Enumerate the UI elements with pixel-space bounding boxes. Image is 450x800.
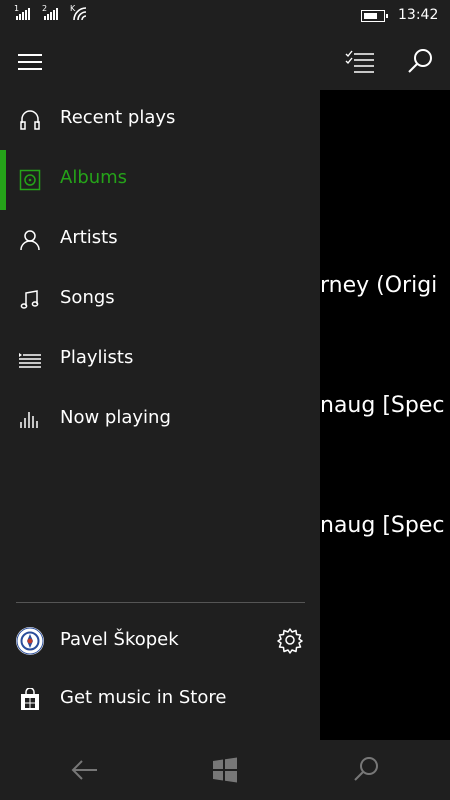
album-title[interactable]: rney (Origi [320, 273, 437, 298]
selection-indicator [0, 150, 6, 210]
person-icon [20, 230, 40, 251]
nav-item-playlists[interactable]: Playlists [0, 330, 320, 390]
account-name[interactable]: Pavel Škopek [60, 629, 179, 650]
album-title[interactable]: naug [Spec [320, 513, 444, 538]
nav-item-label: Playlists [60, 347, 134, 368]
nav-item-label: Songs [60, 287, 115, 308]
nav-item-recent-plays[interactable]: Recent plays [0, 90, 320, 150]
app-bar [0, 32, 450, 90]
nav-item-label: Get music in Store [60, 687, 227, 708]
system-navigation-bar [0, 740, 450, 800]
playlist-icon [19, 353, 41, 368]
nav-item-songs[interactable]: Songs [0, 270, 320, 330]
multi-select-icon[interactable] [344, 50, 376, 74]
equalizer-icon [20, 412, 38, 428]
nav-item-albums[interactable]: Albums [0, 150, 320, 210]
nav-item-label: Artists [60, 227, 118, 248]
nav-item-label: Now playing [60, 407, 171, 428]
nav-item-now-playing[interactable]: Now playing [0, 390, 320, 450]
clock: 13:42 [398, 7, 439, 23]
battery-icon [361, 10, 388, 22]
avatar[interactable] [16, 627, 44, 655]
nav-item-artists[interactable]: Artists [0, 210, 320, 270]
nav-item-label: Albums [60, 167, 128, 188]
windows-logo-icon[interactable] [209, 754, 241, 786]
status-bar: 1 2 K 13:42 [0, 0, 450, 32]
hamburger-icon[interactable] [16, 52, 44, 72]
search-icon[interactable] [404, 46, 436, 78]
album-icon [19, 169, 41, 191]
gear-icon[interactable] [276, 626, 304, 654]
back-arrow-icon[interactable] [69, 754, 101, 786]
navigation-pane: Recent plays Albums Artists Songs Playli… [0, 90, 320, 740]
music-note-icon [20, 290, 39, 309]
store-icon [21, 688, 39, 710]
nav-item-label: Recent plays [60, 107, 176, 128]
divider [16, 602, 305, 603]
album-list-background: rney (Origi naug [Spec naug [Spec [320, 90, 450, 740]
nav-item-store[interactable]: Get music in Store [0, 670, 320, 730]
album-title[interactable]: naug [Spec [320, 393, 444, 418]
search-icon[interactable] [350, 754, 382, 786]
headphones-icon [20, 110, 40, 130]
battery-level [364, 13, 377, 19]
